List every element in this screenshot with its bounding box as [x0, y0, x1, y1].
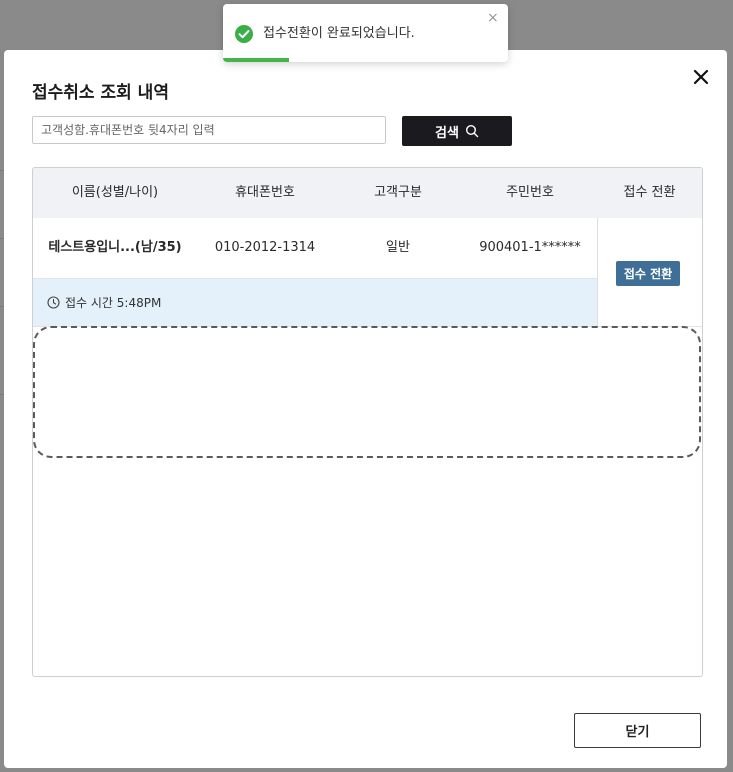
close-icon[interactable]	[690, 66, 712, 88]
toast-notification: 접수전환이 완료되었습니다. ×	[223, 4, 508, 62]
received-time-row: 접수 시간 5:48PM	[33, 278, 597, 326]
column-header-resident-no: 주민번호	[506, 185, 554, 200]
search-button-label: 검색	[435, 125, 459, 141]
toast-close-icon[interactable]: ×	[487, 11, 499, 25]
search-button[interactable]: 검색	[402, 116, 512, 146]
modal-title: 접수취소 조회 내역	[32, 83, 169, 103]
search-icon	[465, 124, 479, 138]
convert-receipt-button[interactable]: 접수 전환	[616, 261, 680, 286]
table-row[interactable]: 테스트용입니...(남/35) 010-2012-1314 일반 900401-…	[33, 218, 597, 277]
action-cell: 접수 전환	[597, 218, 702, 326]
column-header-customer-type: 고객구분	[374, 185, 422, 200]
column-header-name: 이름(성별/나이)	[71, 185, 159, 200]
table-header: 이름(성별/나이) 휴대폰번호 고객구분 주민번호 접수 전환	[33, 168, 702, 218]
toast-progress-bar	[223, 58, 289, 62]
toast-message: 접수전환이 완료되었습니다.	[263, 26, 415, 41]
clock-icon	[47, 296, 60, 309]
column-header-action: 접수 전환	[623, 185, 676, 200]
close-button[interactable]: 닫기	[574, 713, 701, 748]
customer-phone: 010-2012-1314	[214, 240, 316, 255]
dashed-highlight-region	[33, 326, 701, 458]
receipt-cancel-modal: 접수취소 조회 내역 검색 이름(성별/나이) 휴대폰번호 고객구분 주민번호 …	[4, 50, 727, 768]
customer-name: 테스트용입니...(남/35)	[48, 240, 182, 255]
column-header-phone: 휴대폰번호	[235, 185, 295, 200]
resident-number: 900401-1******	[479, 240, 581, 255]
search-input[interactable]	[32, 116, 386, 144]
received-time: 접수 시간 5:48PM	[65, 296, 162, 310]
check-circle-icon	[235, 25, 253, 43]
customer-type: 일반	[386, 240, 410, 255]
